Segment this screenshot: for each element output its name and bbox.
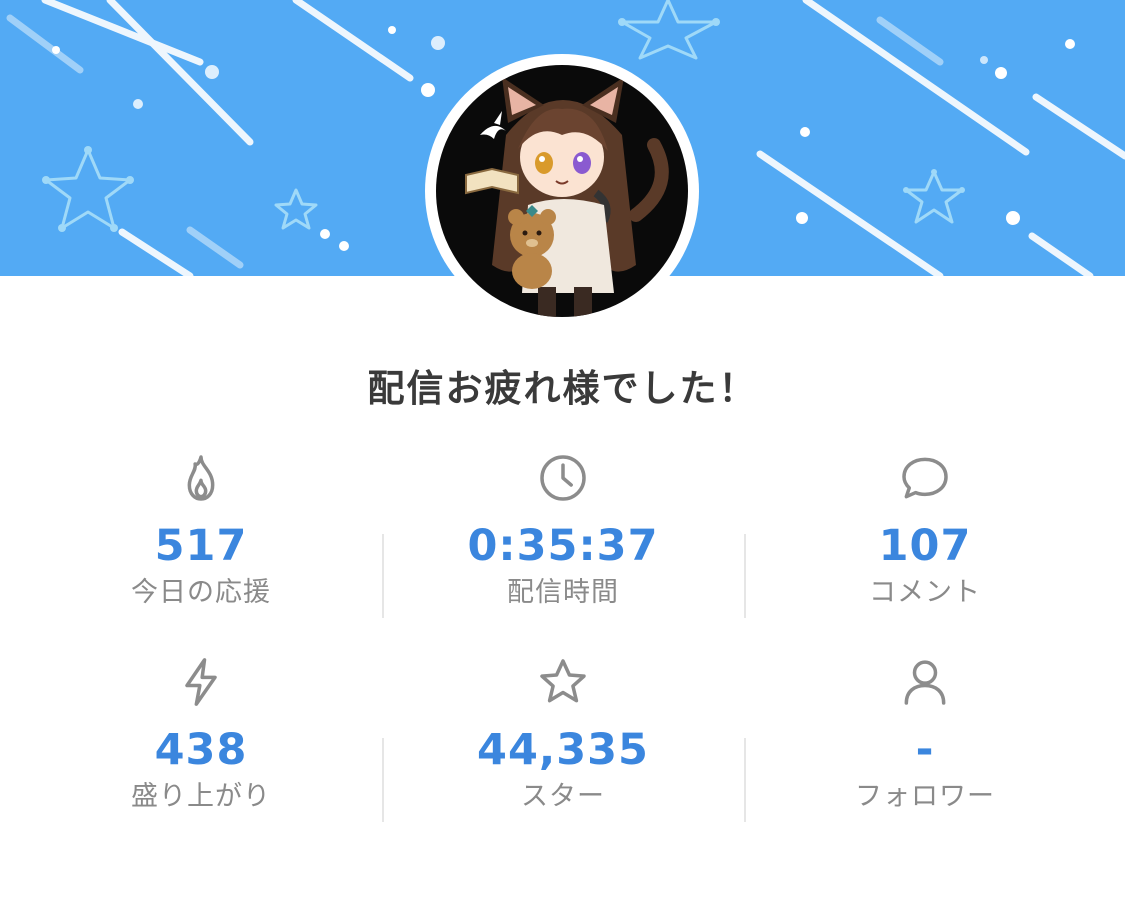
- stat-label: スター: [521, 781, 605, 812]
- stat-label: フォロワー: [855, 781, 995, 812]
- stat-value: 0:35:37: [467, 521, 659, 571]
- page-title: 配信お疲れ様でした！: [367, 367, 758, 410]
- star-icon: [540, 659, 586, 703]
- stat-comments: 107 コメント: [745, 450, 1105, 610]
- lightning-icon: [185, 658, 217, 706]
- stat-stars: 44,335 スター: [383, 654, 743, 814]
- stat-label: 配信時間: [507, 577, 619, 608]
- chat-bubble-icon: [902, 457, 948, 499]
- avatar-character-illustration: [465, 77, 669, 317]
- person-icon: [904, 660, 946, 705]
- stat-stream-time: 0:35:37 配信時間: [383, 450, 743, 610]
- stat-support: 517 今日の応援: [21, 450, 381, 610]
- stat-value: 107: [878, 521, 972, 571]
- avatar[interactable]: [436, 65, 688, 317]
- stat-label: コメント: [869, 577, 981, 608]
- clock-icon: [540, 455, 586, 501]
- flame-icon: [187, 455, 215, 501]
- stat-value: 44,335: [477, 725, 649, 775]
- stat-followers: - フォロワー: [745, 654, 1105, 814]
- stat-label: 今日の応援: [131, 577, 271, 608]
- stat-value: 517: [154, 521, 248, 571]
- stat-label: 盛り上がり: [131, 781, 271, 812]
- stat-value: 438: [154, 725, 248, 775]
- stat-excitement: 438 盛り上がり: [21, 654, 381, 814]
- stat-value: -: [915, 725, 935, 775]
- stats-grid: 517 今日の応援 0:35:37 配信時間 107 コメント 438 盛り上が…: [0, 450, 1125, 850]
